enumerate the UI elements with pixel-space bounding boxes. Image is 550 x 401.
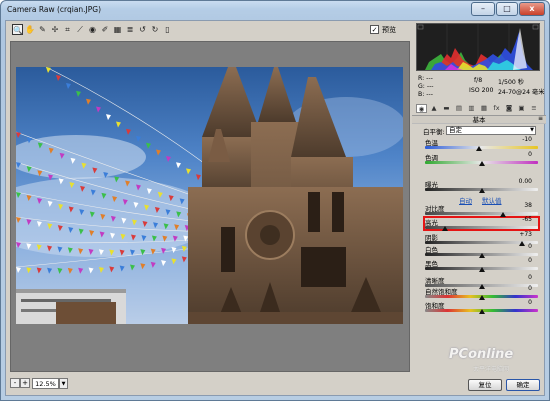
zoom-icon[interactable]: 🔍 — [12, 24, 23, 35]
photo-preview[interactable] — [16, 67, 403, 324]
straighten-icon[interactable]: ⟋ — [75, 24, 86, 35]
aperture: f/8 — [474, 77, 483, 84]
panel-tab-2[interactable]: ▲ — [429, 104, 440, 113]
auto-link[interactable]: 自动 — [459, 195, 472, 205]
hand-icon[interactable]: ✋ — [25, 24, 36, 35]
rotate-ccw-icon[interactable]: ↺ — [137, 24, 148, 35]
saturation-value[interactable]: 0 — [512, 299, 534, 307]
zoom-in-button[interactable]: + — [20, 378, 30, 388]
status-bar: - + 12.5% ▼ — [6, 373, 410, 395]
dialog-buttons: 复位 确定 — [412, 377, 546, 395]
white-balance-select[interactable]: 自定 ▼ — [446, 126, 536, 135]
color-sampler-icon[interactable]: ✢ — [50, 24, 61, 35]
settings-icon[interactable]: ≣ — [125, 24, 136, 35]
highlights-slider-thumb[interactable] — [442, 226, 449, 231]
watermark-brand: PConline — [449, 347, 514, 362]
toolbar: 🔍 ✋ ✎ ✢ ⌗ ⟋ ◉ ✐ ▦ ≣ ↺ ↻ ▯ — [6, 21, 410, 39]
watermark-sub: 太平洋电脑网 — [473, 366, 510, 373]
adjustments-panel: R: --- G: --- B: --- f/8 1/500 秒 ISO 200… — [412, 21, 546, 397]
section-title: 基本 — [412, 115, 546, 124]
clarity-slider-thumb[interactable] — [478, 284, 485, 289]
panel-tab-7[interactable]: fx — [491, 104, 502, 113]
histogram — [416, 23, 540, 71]
default-link[interactable]: 默认值 — [482, 195, 502, 205]
trash-icon[interactable]: ▯ — [162, 24, 173, 35]
highlights-value[interactable]: -65 — [512, 216, 534, 224]
panel-tabs: ◉ ▲ ▬ ▤ ▥ ▦ fx ◙ ▣ ≡ — [414, 103, 544, 114]
exposure-slider-thumb[interactable] — [478, 188, 485, 193]
lens: 24-70@24 毫米 — [498, 89, 545, 96]
zoom-out-button[interactable]: - — [10, 378, 20, 388]
gradient-icon[interactable]: ▦ — [112, 24, 123, 35]
camera-raw-client: 🔍 ✋ ✎ ✢ ⌗ ⟋ ◉ ✐ ▦ ≣ ↺ ↻ ▯ ✓ 预览 - + 12.5%… — [5, 20, 546, 397]
crop-icon[interactable]: ⌗ — [62, 24, 73, 35]
panel-tab-6[interactable]: ▦ — [479, 104, 490, 113]
clarity-value[interactable]: 0 — [512, 274, 534, 282]
watermark: PConline 太平洋电脑网 — [445, 347, 541, 375]
shutter: 1/500 秒 — [498, 79, 524, 86]
panel-tab-5[interactable]: ▥ — [466, 104, 477, 113]
reset-button[interactable]: 复位 — [468, 379, 502, 391]
panel-tab-8[interactable]: ◙ — [504, 104, 515, 113]
white-balance-icon[interactable]: ✎ — [37, 24, 48, 35]
shadows-value[interactable]: +73 — [512, 231, 534, 239]
whites-value[interactable]: 0 — [512, 243, 534, 251]
camera-raw-window: Camera Raw (crqian.JPG) – □ x 🔍 ✋ ✎ ✢ ⌗ ⟋ ◉ ✐ ▦ ≣… — [0, 0, 550, 401]
tint-value[interactable]: 0 — [512, 151, 534, 159]
vibrance-slider-thumb[interactable] — [478, 295, 485, 300]
chevron-down-icon: ▼ — [530, 127, 534, 133]
saturation-slider-thumb[interactable] — [478, 309, 485, 314]
maximize-button[interactable]: □ — [496, 2, 518, 16]
temperature-slider-thumb[interactable] — [476, 146, 483, 151]
minimize-button[interactable]: – — [471, 2, 495, 16]
zoom-dropdown[interactable]: ▼ — [59, 378, 68, 389]
ok-button[interactable]: 确定 — [506, 379, 540, 391]
zoom-level[interactable]: 12.5% — [32, 378, 59, 389]
readout-r: R: --- — [418, 75, 433, 82]
vibrance-value[interactable]: 0 — [512, 285, 534, 293]
blacks-value[interactable]: 0 — [512, 257, 534, 265]
preview-canvas[interactable] — [10, 41, 410, 372]
close-button[interactable]: x — [519, 2, 545, 16]
histogram-graph — [417, 24, 539, 70]
wb-label: 白平衡: — [423, 128, 445, 136]
contrast-slider[interactable] — [425, 212, 538, 215]
whites-slider-thumb[interactable] — [478, 253, 485, 258]
temperature-value[interactable]: -10 — [512, 136, 534, 144]
preview-checkbox[interactable]: ✓ — [370, 25, 379, 34]
rotate-cw-icon[interactable]: ↻ — [150, 24, 161, 35]
title-bar[interactable]: Camera Raw (crqian.JPG) – □ x — [1, 1, 549, 20]
brush-icon[interactable]: ✐ — [100, 24, 111, 35]
iso: ISO 200 — [469, 87, 494, 94]
blacks-slider-thumb[interactable] — [478, 267, 485, 272]
readout-g: G: --- — [418, 83, 434, 90]
panel-tab-9[interactable]: ▣ — [516, 104, 527, 113]
panel-tab-3[interactable]: ▬ — [441, 104, 452, 113]
camera-info: R: --- G: --- B: --- f/8 1/500 秒 ISO 200… — [416, 73, 544, 103]
exposure-value[interactable]: 0.00 — [512, 178, 534, 186]
contrast-value[interactable]: 38 — [512, 202, 534, 210]
panel-tab-4[interactable]: ▤ — [454, 104, 465, 113]
preview-label: 预览 — [382, 26, 396, 34]
panel-tab-1[interactable]: ◉ — [416, 104, 427, 113]
readout-b: B: --- — [418, 91, 433, 98]
contrast-slider-thumb[interactable] — [499, 212, 506, 217]
red-eye-icon[interactable]: ◉ — [87, 24, 98, 35]
panel-tab-10[interactable]: ≡ — [529, 104, 540, 113]
panel-menu-icon[interactable]: ≡ — [538, 115, 543, 122]
church-photo-image — [16, 67, 403, 324]
tint-slider-thumb[interactable] — [478, 161, 485, 166]
window-title: Camera Raw (crqian.JPG) — [7, 5, 102, 14]
white-balance-value: 自定 — [449, 126, 462, 134]
